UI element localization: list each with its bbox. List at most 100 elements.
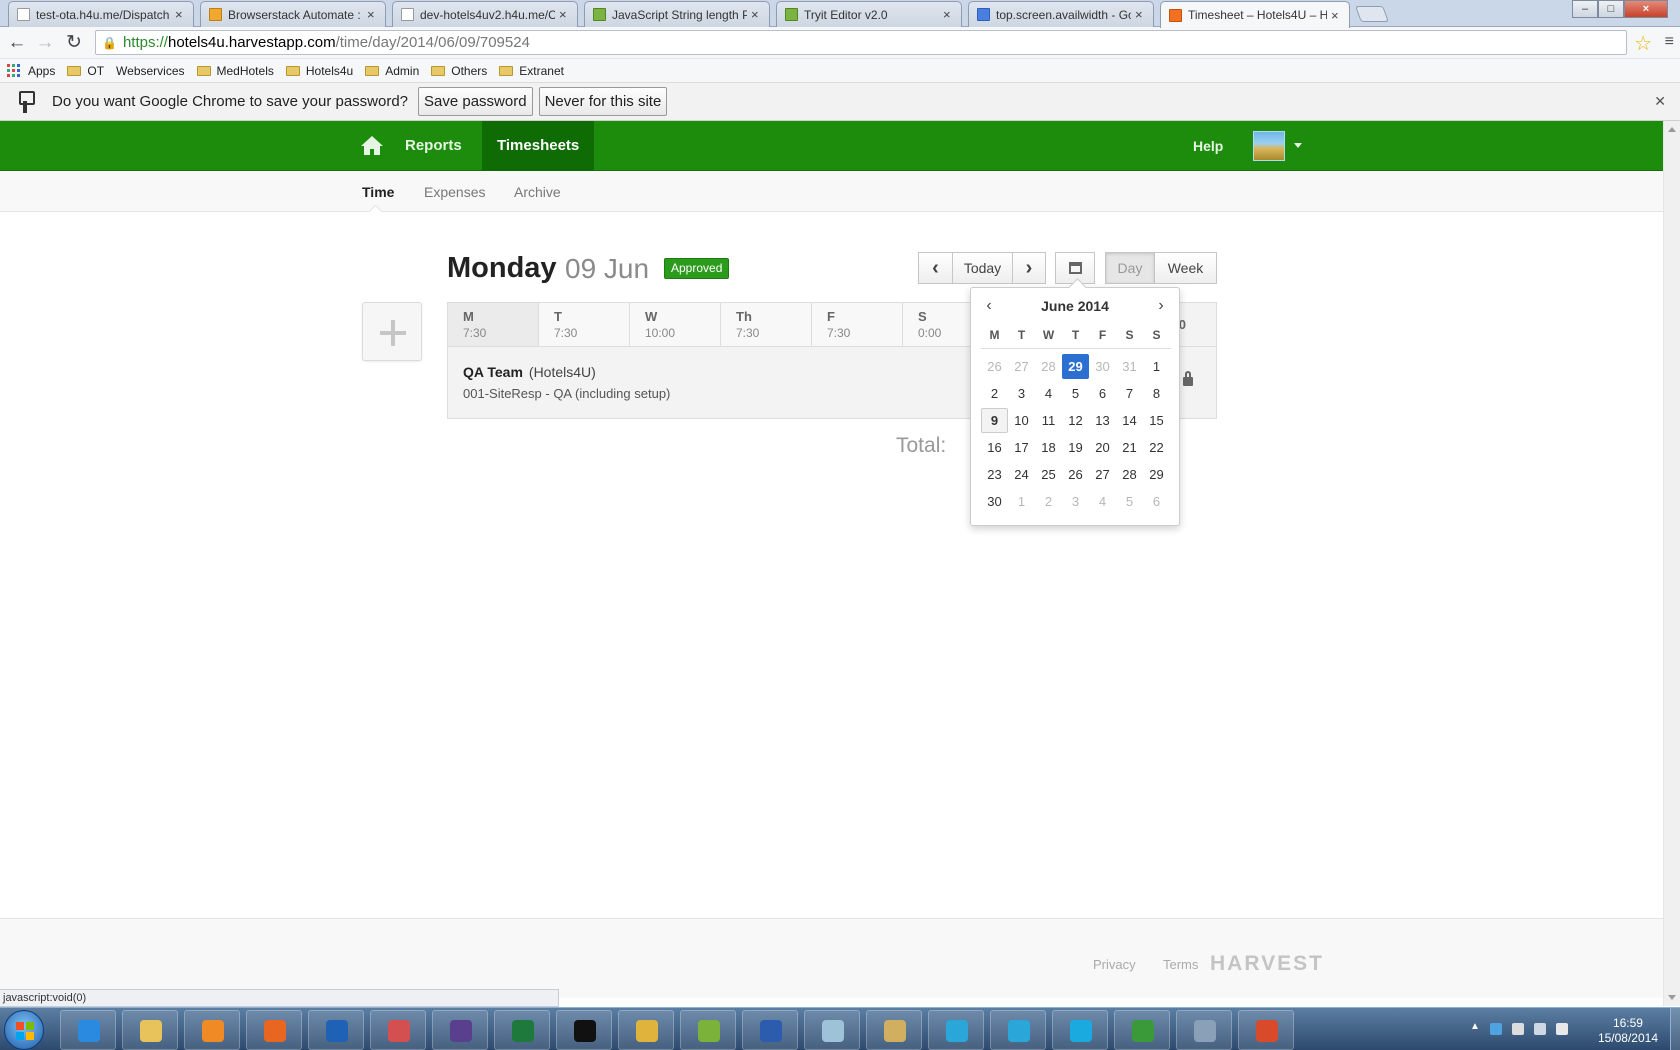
datepicker-day[interactable]: 31: [1116, 354, 1143, 379]
close-tab-icon[interactable]: ×: [751, 7, 763, 22]
tab-time[interactable]: Time: [362, 184, 394, 200]
minimize-icon[interactable]: –: [1572, 0, 1598, 18]
datepicker-day[interactable]: 4: [1035, 381, 1062, 406]
datepicker-day[interactable]: 25: [1035, 462, 1062, 487]
datepicker-day[interactable]: 26: [1062, 462, 1089, 487]
address-bar[interactable]: 🔒 https:// hotels4u.harvestapp.com /time…: [95, 30, 1627, 55]
taskbar-app-excel[interactable]: [494, 1010, 550, 1050]
datepicker-day[interactable]: 23: [981, 462, 1008, 487]
taskbar-app-firefox[interactable]: [246, 1010, 302, 1050]
datepicker-day[interactable]: 28: [1116, 462, 1143, 487]
next-day-button[interactable]: ›: [1012, 252, 1046, 284]
browser-tab-active[interactable]: Timesheet – Hotels4U – H ×: [1160, 1, 1350, 28]
datepicker-day[interactable]: 26: [981, 354, 1008, 379]
datepicker-day[interactable]: 29: [1143, 462, 1170, 487]
datepicker-day[interactable]: 27: [1089, 462, 1116, 487]
taskbar-app-word[interactable]: [742, 1010, 798, 1050]
save-password-button[interactable]: Save password: [418, 87, 533, 116]
taskbar-app-eclipse[interactable]: [432, 1010, 488, 1050]
datepicker-day[interactable]: 30: [1089, 354, 1116, 379]
datepicker-day[interactable]: 21: [1116, 435, 1143, 460]
taskbar-app-headphones[interactable]: [1238, 1010, 1294, 1050]
datepicker-day[interactable]: 1: [1008, 489, 1035, 514]
taskbar-app-sync[interactable]: [1114, 1010, 1170, 1050]
datepicker-day[interactable]: 17: [1008, 435, 1035, 460]
page-scrollbar[interactable]: [1663, 121, 1680, 1006]
datepicker-day[interactable]: 14: [1116, 408, 1143, 433]
avatar[interactable]: [1253, 131, 1285, 161]
datepicker-day[interactable]: 6: [1143, 489, 1170, 514]
chrome-menu-icon[interactable]: ≡: [1665, 33, 1674, 51]
start-button[interactable]: [4, 1010, 44, 1050]
taskbar-app-media-player[interactable]: [184, 1010, 240, 1050]
datepicker-day[interactable]: 7: [1116, 381, 1143, 406]
close-tab-icon[interactable]: ×: [943, 7, 955, 22]
taskbar-app-tools[interactable]: [866, 1010, 922, 1050]
taskbar-app-webstorm[interactable]: [928, 1010, 984, 1050]
browser-tab[interactable]: JavaScript String length Pr ×: [584, 1, 770, 27]
bookmark-folder[interactable]: Extranet: [499, 64, 564, 78]
tray-flag-icon[interactable]: [1512, 1023, 1524, 1035]
datepicker-day-current[interactable]: 9: [981, 408, 1008, 433]
taskbar-app-internet-explorer[interactable]: [60, 1010, 116, 1050]
close-tab-icon[interactable]: ×: [1135, 7, 1147, 22]
taskbar-app-outlook[interactable]: [308, 1010, 364, 1050]
tray-monitor-icon[interactable]: [1534, 1023, 1546, 1035]
bookmark-folder[interactable]: MedHotels: [196, 64, 274, 78]
datepicker-day[interactable]: 24: [1008, 462, 1035, 487]
datepicker-day[interactable]: 13: [1089, 408, 1116, 433]
tray-arrow-icon[interactable]: ▲: [1470, 1021, 1482, 1033]
datepicker-day[interactable]: 3: [1062, 489, 1089, 514]
nav-reports[interactable]: Reports: [405, 121, 462, 171]
datepicker-day[interactable]: 28: [1035, 354, 1062, 379]
datepicker-day[interactable]: 5: [1116, 489, 1143, 514]
taskbar-app-skype[interactable]: [1052, 1010, 1108, 1050]
datepicker-day[interactable]: 11: [1035, 408, 1062, 433]
taskbar-app-file-explorer[interactable]: [122, 1010, 178, 1050]
tab-archive[interactable]: Archive: [514, 184, 561, 200]
week-day-thursday[interactable]: Th 7:30: [721, 303, 812, 346]
datepicker-day[interactable]: 19: [1062, 435, 1089, 460]
browser-tab[interactable]: Browserstack Automate : ×: [200, 1, 386, 27]
browser-tab[interactable]: test-ota.h4u.me/Dispatch ×: [8, 1, 194, 27]
close-infobar-icon[interactable]: ✕: [1654, 93, 1666, 110]
datepicker-day[interactable]: 1: [1143, 354, 1170, 379]
week-day-tuesday[interactable]: T 7:30: [539, 303, 630, 346]
reload-icon[interactable]: ↻: [63, 32, 85, 54]
previous-day-button[interactable]: ‹: [918, 252, 953, 284]
back-icon[interactable]: ←: [6, 32, 28, 54]
datepicker-day[interactable]: 20: [1089, 435, 1116, 460]
browser-tab[interactable]: dev-hotels4uv2.h4u.me/C ×: [392, 1, 578, 27]
taskbar-app-notepad-plus[interactable]: [680, 1010, 736, 1050]
datepicker-day[interactable]: 8: [1143, 381, 1170, 406]
bookmark-folder[interactable]: Admin: [365, 64, 419, 78]
tray-volume-icon[interactable]: [1556, 1023, 1568, 1035]
close-tab-icon[interactable]: ×: [1331, 8, 1343, 23]
close-tab-icon[interactable]: ×: [559, 7, 571, 22]
datepicker-day[interactable]: 4: [1089, 489, 1116, 514]
bookmark-folder[interactable]: Others: [431, 64, 487, 78]
taskbar-app-notes[interactable]: [804, 1010, 860, 1050]
datepicker-day[interactable]: 30: [981, 489, 1008, 514]
today-button[interactable]: Today: [952, 252, 1013, 284]
show-desktop-button[interactable]: [1670, 1008, 1680, 1050]
taskbar-app-snipping-tool[interactable]: [370, 1010, 426, 1050]
datepicker-day[interactable]: 2: [1035, 489, 1062, 514]
datepicker-day[interactable]: 3: [1008, 381, 1035, 406]
week-day-monday[interactable]: M 7:30: [448, 303, 539, 346]
home-icon[interactable]: [360, 134, 384, 156]
nav-timesheets[interactable]: Timesheets: [482, 121, 595, 171]
taskbar-app-chrome[interactable]: [618, 1010, 674, 1050]
close-tab-icon[interactable]: ×: [175, 7, 187, 22]
datepicker-day[interactable]: 22: [1143, 435, 1170, 460]
add-entry-button[interactable]: [362, 302, 422, 361]
tab-expenses[interactable]: Expenses: [424, 184, 485, 200]
datepicker-day[interactable]: 18: [1035, 435, 1062, 460]
chevron-down-icon[interactable]: [1294, 143, 1302, 148]
close-tab-icon[interactable]: ×: [367, 7, 379, 22]
browser-tab[interactable]: Tryit Editor v2.0 ×: [776, 1, 962, 27]
tray-network-icon[interactable]: [1490, 1023, 1502, 1035]
bookmark-apps[interactable]: Apps: [7, 64, 55, 78]
nav-help[interactable]: Help: [1193, 121, 1223, 171]
week-day-friday[interactable]: F 7:30: [812, 303, 903, 346]
